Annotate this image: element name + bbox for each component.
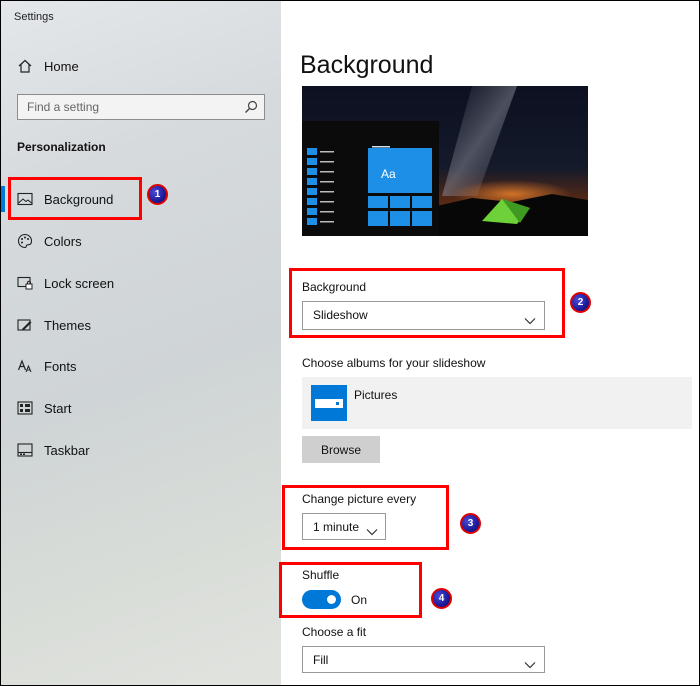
search-placeholder: Find a setting [27, 100, 100, 114]
sidebar-item-label: Lock screen [44, 275, 115, 291]
sidebar-item-start[interactable]: Start [1, 389, 281, 427]
palette-icon [16, 232, 34, 250]
fit-dropdown-value: Fill [313, 653, 329, 667]
fit-dropdown[interactable]: Fill [302, 646, 545, 673]
annotation-badge-1: 1 [147, 184, 168, 205]
taskbar-icon [16, 441, 34, 459]
sidebar-item-colors[interactable]: Colors [1, 222, 281, 260]
sidebar-item-taskbar[interactable]: Taskbar [1, 431, 281, 469]
home-icon [16, 57, 34, 75]
fit-label: Choose a fit [302, 625, 367, 639]
sidebar-item-themes[interactable]: Themes [1, 306, 281, 344]
annotation-badge-2: 2 [570, 292, 591, 313]
search-input[interactable]: Find a setting [17, 94, 265, 120]
fonts-icon [16, 357, 34, 375]
brush-icon [16, 316, 34, 334]
annotation-highlight-1 [8, 177, 142, 220]
chevron-down-icon [524, 656, 536, 669]
background-preview: Aa [302, 86, 588, 236]
album-item[interactable]: Pictures [302, 377, 692, 429]
settings-window: Settings Home Find a setting Personaliza… [0, 0, 700, 686]
sidebar-item-label: Taskbar [44, 442, 90, 458]
start-icon [16, 399, 34, 417]
sidebar-item-fonts[interactable]: Fonts [1, 347, 281, 385]
annotation-highlight-4 [279, 562, 422, 618]
search-icon [244, 100, 258, 114]
sidebar-item-label: Colors [44, 233, 82, 249]
page-title: Background [300, 51, 434, 79]
sidebar-item-label: Fonts [44, 358, 77, 374]
annotation-highlight-3 [282, 485, 449, 550]
annotation-badge-4: 4 [431, 588, 452, 609]
annotation-badge-3: 3 [460, 513, 481, 534]
preview-tile-text: Aa [381, 167, 396, 181]
sidebar-item-label: Themes [44, 317, 91, 333]
sidebar-item-home[interactable]: Home [1, 47, 281, 85]
app-title: Settings [14, 11, 54, 23]
browse-button[interactable]: Browse [302, 436, 380, 463]
lock-screen-icon [16, 274, 34, 292]
album-name: Pictures [354, 388, 398, 402]
sidebar-item-label: Home [44, 58, 79, 74]
albums-label: Choose albums for your slideshow [302, 356, 486, 370]
sidebar-item-lock-screen[interactable]: Lock screen [1, 264, 281, 302]
section-heading: Personalization [17, 140, 106, 154]
folder-thumbnail-icon [311, 385, 347, 421]
sidebar: Settings Home Find a setting Personaliza… [1, 1, 281, 685]
preview-wallpaper [302, 86, 588, 236]
sidebar-item-label: Start [44, 400, 72, 416]
annotation-highlight-2 [289, 268, 565, 338]
